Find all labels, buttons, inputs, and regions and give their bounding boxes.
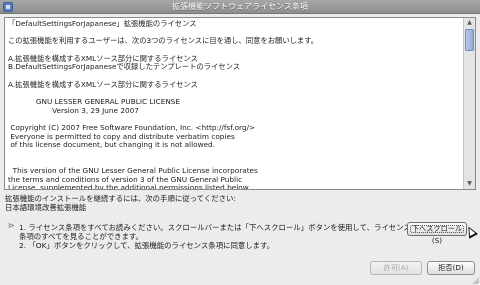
scroll-down-arrow-icon[interactable]: ▼ [464, 179, 475, 189]
license-line: B.DefaultSettingsForJapaneseで収録したテンプレートの… [8, 62, 241, 72]
instructions-block: 拡張機能のインストールを継続するには、次の手順に従ってください: 日本語環境改善… [5, 194, 475, 212]
license-scrollbar[interactable]: ▲ ▼ [463, 18, 475, 189]
license-line: 「DefaultSettingsForJapanese」拡張機能のライセンス [8, 19, 197, 28]
window-resize-grip[interactable] [471, 276, 479, 284]
license-line [8, 150, 463, 159]
license-line: この拡張機能を利用するユーザーは、次の3つのライセンスに目を通し、同意をお願いし… [8, 36, 319, 46]
window-title: 拡張機能ソフトウェアライセンス条項 [172, 2, 308, 11]
scroll-up-arrow-icon[interactable]: ▲ [464, 18, 475, 28]
license-text: 「DefaultSettingsForJapanese」拡張機能のライセンス こ… [8, 19, 463, 190]
license-line: Version 3, 29 June 2007 [8, 105, 139, 115]
instruction-step-1: 1. ライセンス条項をすべてお読みください。スクロールバーまたは「下へスクロール… [19, 223, 411, 241]
instructions-intro: 拡張機能のインストールを継続するには、次の手順に従ってください: [5, 194, 236, 203]
arrow-right-icon: ⊳ [8, 221, 15, 230]
license-line: License, supplemented by the additional … [8, 183, 251, 190]
app-window-icon [3, 2, 13, 12]
decline-button[interactable]: 拒否(D) [427, 261, 475, 275]
scrollbar-thumb[interactable] [465, 29, 474, 51]
mouse-pointer-icon [464, 224, 478, 239]
license-text-area[interactable]: 「DefaultSettingsForJapanese」拡張機能のライセンス こ… [4, 17, 476, 190]
scroll-down-button[interactable]: 下へスクロール(S) [407, 222, 467, 245]
license-line: A.拡張機能を構成するXMLソース部分に関するライセンス [8, 79, 198, 89]
license-line: of this license document, but changing i… [8, 140, 215, 150]
window-titlebar[interactable]: 拡張機能ソフトウェアライセンス条項 [0, 0, 480, 14]
extension-name: 日本語環境改善拡張機能 [5, 203, 87, 212]
agree-button[interactable]: 許可(A) [370, 261, 422, 275]
instruction-step-2: 2. 「OK」ボタンをクリックして、拡張機能のライセンス条項に同意します。 [19, 241, 275, 250]
